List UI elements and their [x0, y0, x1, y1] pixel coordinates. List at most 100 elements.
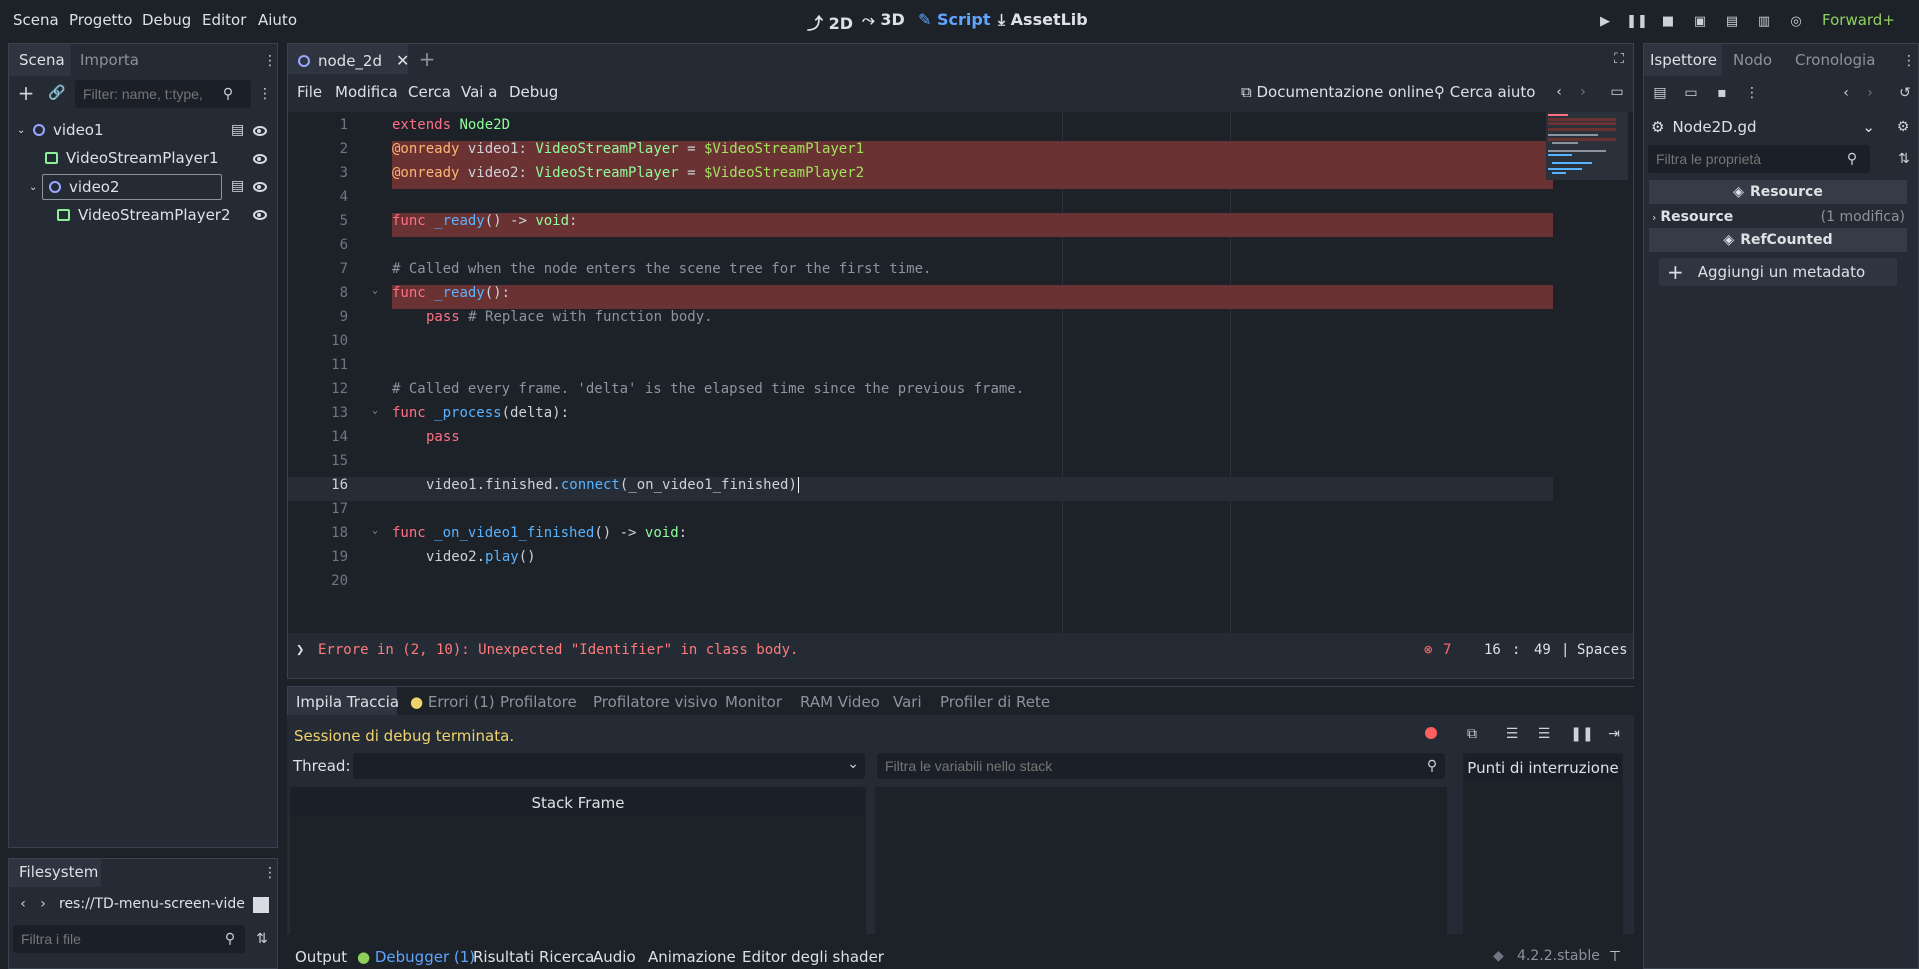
tab-nodo[interactable]: Nodo — [1733, 51, 1772, 69]
toggle-split-icon[interactable] — [253, 897, 269, 913]
resource-selector[interactable]: ⚙ Node2D.gd ⌄ — [1649, 114, 1879, 140]
bottom-tab-output[interactable]: Output — [295, 948, 347, 966]
stop-icon[interactable]: ■ — [1658, 11, 1678, 31]
fold-chevron-icon[interactable]: ⌄ — [372, 525, 378, 536]
panel-menu-icon[interactable]: ⋮ — [261, 52, 279, 70]
editor-menu-cerca[interactable]: Cerca — [408, 83, 451, 101]
copy-icon[interactable]: ⧉ — [1463, 725, 1481, 743]
add-metadata-button[interactable]: + Aggiungi un metadato — [1659, 258, 1897, 286]
property-filter-input[interactable] — [1648, 145, 1870, 173]
stack-vars-filter-input[interactable] — [877, 753, 1445, 779]
tab-stack-trace[interactable]: Impila Traccia — [296, 693, 399, 711]
workspace-script[interactable]: ✎ Script — [918, 10, 990, 29]
visibility-eye-icon[interactable] — [253, 126, 267, 136]
more-icon[interactable]: ⋮ — [1743, 84, 1761, 102]
menu-scena[interactable]: Scena — [13, 11, 59, 29]
visibility-eye-icon[interactable] — [253, 154, 267, 164]
online-docs-link[interactable]: ⧉ Documentazione online — [1241, 83, 1434, 101]
editor-menu-file[interactable]: File — [297, 83, 322, 101]
search-help-button[interactable]: ⚲ Cerca aiuto — [1434, 83, 1535, 101]
fold-chevron-icon[interactable]: ⌄ — [372, 285, 378, 296]
bottom-tab-editor-shader[interactable]: Editor degli shader — [742, 948, 884, 966]
visibility-eye-icon[interactable] — [253, 182, 267, 192]
panel-menu-icon[interactable]: ⋮ — [1900, 52, 1918, 70]
editor-menu-modifica[interactable]: Modifica — [335, 83, 398, 101]
fold-chevron-icon[interactable]: ⌄ — [372, 405, 378, 416]
tab-cronologia[interactable]: Cronologia — [1795, 51, 1875, 69]
play-scene-icon[interactable]: ▤ — [1722, 11, 1742, 31]
chevron-right-icon[interactable]: › — [34, 895, 52, 913]
bottom-tab-animazione[interactable]: Animazione — [648, 948, 736, 966]
link-icon[interactable]: 🔗 — [48, 84, 66, 102]
error-message[interactable]: Errore in (2, 10): Unexpected "Identifie… — [318, 642, 798, 658]
tab-profilatore[interactable]: Profilatore — [500, 693, 577, 711]
tree-node-video1[interactable]: ⌄ video1 — [17, 117, 267, 143]
error-count[interactable]: 7 — [1443, 642, 1451, 658]
step-into-icon[interactable]: ☰ — [1503, 725, 1521, 743]
property-resource[interactable]: › Resource (1 modifica) — [1652, 206, 1907, 228]
pause-icon[interactable]: ❚❚ — [1626, 11, 1648, 31]
tree-node-videostreamplayer2[interactable]: VideoStreamPlayer2 — [57, 202, 267, 228]
filter-settings-icon[interactable]: ⇅ — [1895, 150, 1913, 168]
remote-debug-icon[interactable]: ▣ — [1690, 11, 1710, 31]
chevron-right-icon[interactable]: › — [1861, 84, 1879, 102]
movie-maker-icon[interactable]: ◎ — [1786, 11, 1806, 31]
bottom-panel-toggle-icon[interactable]: ⊤ — [1606, 948, 1624, 966]
chevron-down-icon[interactable]: ⌄ — [17, 125, 31, 136]
section-refcounted-header[interactable]: ◈ RefCounted — [1649, 228, 1907, 252]
workspace-3d[interactable]: ⤳ 3D — [862, 10, 905, 30]
new-resource-icon[interactable]: ▤ — [1651, 84, 1669, 102]
filesystem-filter-input[interactable] — [13, 925, 245, 953]
workspace-assetlib[interactable]: ⤓ AssetLib — [998, 10, 1088, 30]
stack-variables-tree[interactable] — [875, 787, 1447, 934]
tab-monitor[interactable]: Monitor — [725, 693, 782, 711]
chevron-left-icon[interactable]: ‹ — [14, 895, 32, 913]
tab-ispettore[interactable]: Ispettore — [1650, 51, 1717, 69]
chevron-right-icon[interactable]: ❯ — [296, 642, 304, 658]
visibility-eye-icon[interactable] — [253, 210, 267, 220]
tab-filesystem[interactable]: Filesystem — [19, 863, 98, 881]
editor-menu-debug[interactable]: Debug — [509, 83, 558, 101]
stack-frame-list[interactable]: Stack Frame — [290, 787, 866, 934]
workspace-2d[interactable]: ⤴ 2D — [807, 10, 853, 34]
filter-options-icon[interactable]: ⋮ — [256, 85, 274, 103]
close-icon[interactable]: ✕ — [396, 51, 409, 70]
fullscreen-icon[interactable]: ⛶ — [1610, 50, 1628, 68]
script-attached-icon[interactable]: ▤ — [231, 178, 244, 194]
editor-menu-vai-a[interactable]: Vai a — [461, 83, 497, 101]
tab-importa[interactable]: Importa — [80, 51, 139, 69]
tab-errori[interactable]: ● Errori (1) — [410, 693, 495, 711]
chevron-left-icon[interactable]: ‹ — [1550, 83, 1568, 101]
toggle-scripts-panel-icon[interactable]: ▭ — [1608, 83, 1626, 101]
break-icon[interactable]: ❚❚ — [1570, 725, 1593, 743]
section-resource-header[interactable]: ◈ Resource — [1649, 180, 1907, 204]
open-folder-icon[interactable]: ▭ — [1682, 84, 1700, 102]
menu-debug[interactable]: Debug — [142, 11, 191, 29]
tab-profilatore-visivo[interactable]: Profilatore visivo — [593, 693, 718, 711]
sort-icon[interactable]: ⇅ — [253, 930, 271, 948]
tab-scena[interactable]: Scena — [19, 51, 65, 69]
tree-node-video2[interactable]: ⌄ video2 — [29, 174, 229, 200]
chevron-left-icon[interactable]: ‹ — [1837, 84, 1855, 102]
play-custom-scene-icon[interactable]: ▥ — [1754, 11, 1774, 31]
bottom-tab-debugger[interactable]: ● Debugger (1) — [357, 948, 475, 966]
play-icon[interactable]: ▶ — [1595, 11, 1615, 31]
minimap[interactable] — [1546, 112, 1628, 180]
menu-editor[interactable]: Editor — [202, 11, 246, 29]
save-icon[interactable]: ▪ — [1713, 84, 1731, 102]
tab-profiler-di-rete[interactable]: Profiler di Rete — [940, 693, 1050, 711]
add-node-icon[interactable]: + — [17, 81, 35, 105]
version-label[interactable]: 4.2.2.stable — [1517, 948, 1600, 964]
menu-progetto[interactable]: Progetto — [69, 11, 133, 29]
tab-ram-video[interactable]: RAM Video — [800, 693, 880, 711]
menu-aiuto[interactable]: Aiuto — [258, 11, 297, 29]
indent-mode[interactable]: Spaces — [1577, 642, 1628, 658]
record-icon[interactable] — [1425, 727, 1437, 739]
filesystem-path[interactable]: res://TD-menu-screen-vide — [59, 896, 245, 912]
tree-node-videostreamplayer1[interactable]: VideoStreamPlayer1 — [45, 145, 265, 171]
file-tab-node-2d[interactable]: node_2d ✕ — [298, 51, 409, 70]
script-attached-icon[interactable]: ▤ — [231, 122, 244, 138]
renderer-select[interactable]: Forward+ — [1822, 11, 1895, 29]
breakpoints-panel[interactable]: Punti di interruzione — [1463, 753, 1623, 934]
tab-vari[interactable]: Vari — [893, 693, 922, 711]
